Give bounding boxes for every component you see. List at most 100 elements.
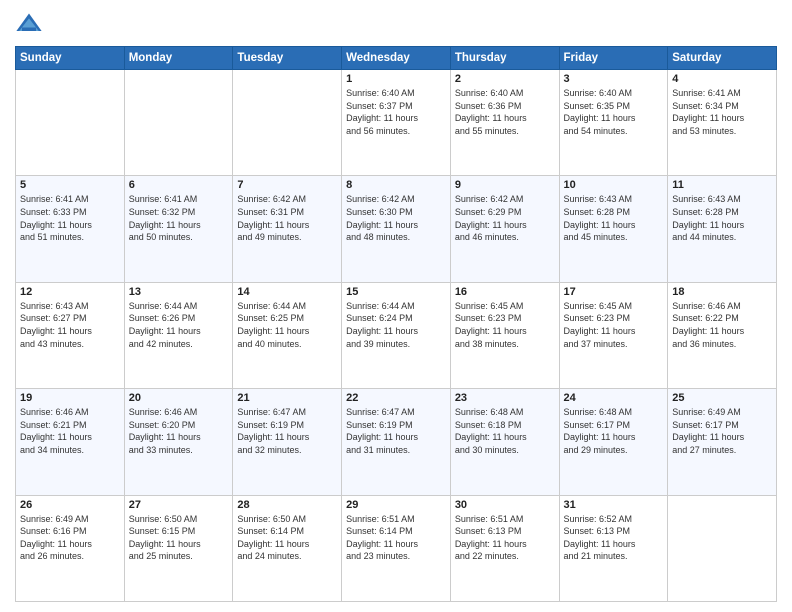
day-info: Sunrise: 6:43 AM Sunset: 6:28 PM Dayligh… bbox=[564, 193, 664, 243]
calendar-cell: 9 Sunrise: 6:42 AM Sunset: 6:29 PM Daylig… bbox=[450, 176, 559, 282]
calendar-cell: 20 Sunrise: 6:46 AM Sunset: 6:20 PM Dayli… bbox=[124, 389, 233, 495]
weekday-header-saturday: Saturday bbox=[668, 47, 777, 70]
calendar-body: 1Sunrise: 6:40 AM Sunset: 6:37 PM Daylig… bbox=[16, 70, 777, 602]
day-info: Sunrise: 6:45 AM Sunset: 6:23 PM Dayligh… bbox=[564, 300, 664, 350]
calendar-cell: 11Sunrise: 6:43 AM Sunset: 6:28 PM Dayli… bbox=[668, 176, 777, 282]
calendar-cell bbox=[124, 70, 233, 176]
calendar-cell: 8 Sunrise: 6:42 AM Sunset: 6:30 PM Daylig… bbox=[342, 176, 451, 282]
weekday-row: SundayMondayTuesdayWednesdayThursdayFrid… bbox=[16, 47, 777, 70]
day-info: Sunrise: 6:42 AM Sunset: 6:29 PM Dayligh… bbox=[455, 193, 555, 243]
day-number: 13 bbox=[129, 286, 229, 298]
day-info: Sunrise: 6:48 AM Sunset: 6:17 PM Dayligh… bbox=[564, 406, 664, 456]
day-info: Sunrise: 6:52 AM Sunset: 6:13 PM Dayligh… bbox=[564, 513, 664, 563]
day-info: Sunrise: 6:44 AM Sunset: 6:24 PM Dayligh… bbox=[346, 300, 446, 350]
day-number: 14 bbox=[237, 286, 337, 298]
day-number: 27 bbox=[129, 499, 229, 511]
calendar-cell: 1Sunrise: 6:40 AM Sunset: 6:37 PM Daylig… bbox=[342, 70, 451, 176]
calendar-cell: 3 Sunrise: 6:40 AM Sunset: 6:35 PM Daylig… bbox=[559, 70, 668, 176]
calendar-cell bbox=[16, 70, 125, 176]
day-info: Sunrise: 6:48 AM Sunset: 6:18 PM Dayligh… bbox=[455, 406, 555, 456]
calendar-cell: 19 Sunrise: 6:46 AM Sunset: 6:21 PM Dayli… bbox=[16, 389, 125, 495]
day-number: 29 bbox=[346, 499, 446, 511]
day-info: Sunrise: 6:49 AM Sunset: 6:16 PM Dayligh… bbox=[20, 513, 120, 563]
week-row-0: 1Sunrise: 6:40 AM Sunset: 6:37 PM Daylig… bbox=[16, 70, 777, 176]
day-info: Sunrise: 6:41 AM Sunset: 6:34 PM Dayligh… bbox=[672, 87, 772, 137]
day-number: 5 bbox=[20, 179, 120, 191]
day-number: 16 bbox=[455, 286, 555, 298]
calendar-table: SundayMondayTuesdayWednesdayThursdayFrid… bbox=[15, 46, 777, 602]
day-number: 9 bbox=[455, 179, 555, 191]
day-info: Sunrise: 6:45 AM Sunset: 6:23 PM Dayligh… bbox=[455, 300, 555, 350]
weekday-header-friday: Friday bbox=[559, 47, 668, 70]
day-number: 25 bbox=[672, 392, 772, 404]
calendar-cell: 24 Sunrise: 6:48 AM Sunset: 6:17 PM Dayli… bbox=[559, 389, 668, 495]
day-number: 15 bbox=[346, 286, 446, 298]
week-row-3: 19 Sunrise: 6:46 AM Sunset: 6:21 PM Dayli… bbox=[16, 389, 777, 495]
calendar-header: SundayMondayTuesdayWednesdayThursdayFrid… bbox=[16, 47, 777, 70]
weekday-header-sunday: Sunday bbox=[16, 47, 125, 70]
day-number: 2 bbox=[455, 73, 555, 85]
day-number: 21 bbox=[237, 392, 337, 404]
logo-icon bbox=[15, 10, 43, 38]
day-number: 10 bbox=[564, 179, 664, 191]
day-number: 23 bbox=[455, 392, 555, 404]
day-number: 18 bbox=[672, 286, 772, 298]
day-info: Sunrise: 6:47 AM Sunset: 6:19 PM Dayligh… bbox=[346, 406, 446, 456]
calendar-cell: 31Sunrise: 6:52 AM Sunset: 6:13 PM Dayli… bbox=[559, 495, 668, 601]
day-number: 20 bbox=[129, 392, 229, 404]
logo bbox=[15, 10, 47, 38]
weekday-header-wednesday: Wednesday bbox=[342, 47, 451, 70]
calendar-cell: 12Sunrise: 6:43 AM Sunset: 6:27 PM Dayli… bbox=[16, 282, 125, 388]
calendar-cell: 4Sunrise: 6:41 AM Sunset: 6:34 PM Daylig… bbox=[668, 70, 777, 176]
day-info: Sunrise: 6:46 AM Sunset: 6:20 PM Dayligh… bbox=[129, 406, 229, 456]
calendar-cell: 6Sunrise: 6:41 AM Sunset: 6:32 PM Daylig… bbox=[124, 176, 233, 282]
calendar-cell bbox=[668, 495, 777, 601]
week-row-4: 26 Sunrise: 6:49 AM Sunset: 6:16 PM Dayli… bbox=[16, 495, 777, 601]
calendar-cell: 13Sunrise: 6:44 AM Sunset: 6:26 PM Dayli… bbox=[124, 282, 233, 388]
weekday-header-thursday: Thursday bbox=[450, 47, 559, 70]
calendar-cell: 5 Sunrise: 6:41 AM Sunset: 6:33 PM Daylig… bbox=[16, 176, 125, 282]
day-info: Sunrise: 6:42 AM Sunset: 6:31 PM Dayligh… bbox=[237, 193, 337, 243]
calendar-cell: 7Sunrise: 6:42 AM Sunset: 6:31 PM Daylig… bbox=[233, 176, 342, 282]
day-info: Sunrise: 6:51 AM Sunset: 6:14 PM Dayligh… bbox=[346, 513, 446, 563]
day-number: 1 bbox=[346, 73, 446, 85]
page: SundayMondayTuesdayWednesdayThursdayFrid… bbox=[0, 0, 792, 612]
day-info: Sunrise: 6:41 AM Sunset: 6:33 PM Dayligh… bbox=[20, 193, 120, 243]
calendar-cell: 15 Sunrise: 6:44 AM Sunset: 6:24 PM Dayli… bbox=[342, 282, 451, 388]
calendar-cell: 2 Sunrise: 6:40 AM Sunset: 6:36 PM Daylig… bbox=[450, 70, 559, 176]
day-number: 26 bbox=[20, 499, 120, 511]
calendar-cell: 25 Sunrise: 6:49 AM Sunset: 6:17 PM Dayli… bbox=[668, 389, 777, 495]
calendar-cell: 30 Sunrise: 6:51 AM Sunset: 6:13 PM Dayli… bbox=[450, 495, 559, 601]
day-number: 24 bbox=[564, 392, 664, 404]
day-info: Sunrise: 6:47 AM Sunset: 6:19 PM Dayligh… bbox=[237, 406, 337, 456]
day-info: Sunrise: 6:50 AM Sunset: 6:14 PM Dayligh… bbox=[237, 513, 337, 563]
calendar-cell bbox=[233, 70, 342, 176]
calendar-cell: 10 Sunrise: 6:43 AM Sunset: 6:28 PM Dayli… bbox=[559, 176, 668, 282]
calendar-cell: 27 Sunrise: 6:50 AM Sunset: 6:15 PM Dayli… bbox=[124, 495, 233, 601]
day-number: 30 bbox=[455, 499, 555, 511]
calendar-cell: 23 Sunrise: 6:48 AM Sunset: 6:18 PM Dayli… bbox=[450, 389, 559, 495]
day-info: Sunrise: 6:49 AM Sunset: 6:17 PM Dayligh… bbox=[672, 406, 772, 456]
day-info: Sunrise: 6:51 AM Sunset: 6:13 PM Dayligh… bbox=[455, 513, 555, 563]
day-info: Sunrise: 6:40 AM Sunset: 6:36 PM Dayligh… bbox=[455, 87, 555, 137]
day-number: 22 bbox=[346, 392, 446, 404]
calendar-cell: 22 Sunrise: 6:47 AM Sunset: 6:19 PM Dayli… bbox=[342, 389, 451, 495]
day-info: Sunrise: 6:42 AM Sunset: 6:30 PM Dayligh… bbox=[346, 193, 446, 243]
weekday-header-monday: Monday bbox=[124, 47, 233, 70]
calendar-cell: 28 Sunrise: 6:50 AM Sunset: 6:14 PM Dayli… bbox=[233, 495, 342, 601]
weekday-header-tuesday: Tuesday bbox=[233, 47, 342, 70]
day-info: Sunrise: 6:46 AM Sunset: 6:21 PM Dayligh… bbox=[20, 406, 120, 456]
day-info: Sunrise: 6:50 AM Sunset: 6:15 PM Dayligh… bbox=[129, 513, 229, 563]
week-row-2: 12Sunrise: 6:43 AM Sunset: 6:27 PM Dayli… bbox=[16, 282, 777, 388]
day-info: Sunrise: 6:46 AM Sunset: 6:22 PM Dayligh… bbox=[672, 300, 772, 350]
day-info: Sunrise: 6:43 AM Sunset: 6:28 PM Dayligh… bbox=[672, 193, 772, 243]
day-number: 28 bbox=[237, 499, 337, 511]
day-info: Sunrise: 6:41 AM Sunset: 6:32 PM Dayligh… bbox=[129, 193, 229, 243]
day-number: 12 bbox=[20, 286, 120, 298]
day-info: Sunrise: 6:40 AM Sunset: 6:35 PM Dayligh… bbox=[564, 87, 664, 137]
calendar-cell: 18 Sunrise: 6:46 AM Sunset: 6:22 PM Dayli… bbox=[668, 282, 777, 388]
calendar-cell: 17Sunrise: 6:45 AM Sunset: 6:23 PM Dayli… bbox=[559, 282, 668, 388]
day-number: 8 bbox=[346, 179, 446, 191]
day-number: 3 bbox=[564, 73, 664, 85]
day-number: 19 bbox=[20, 392, 120, 404]
